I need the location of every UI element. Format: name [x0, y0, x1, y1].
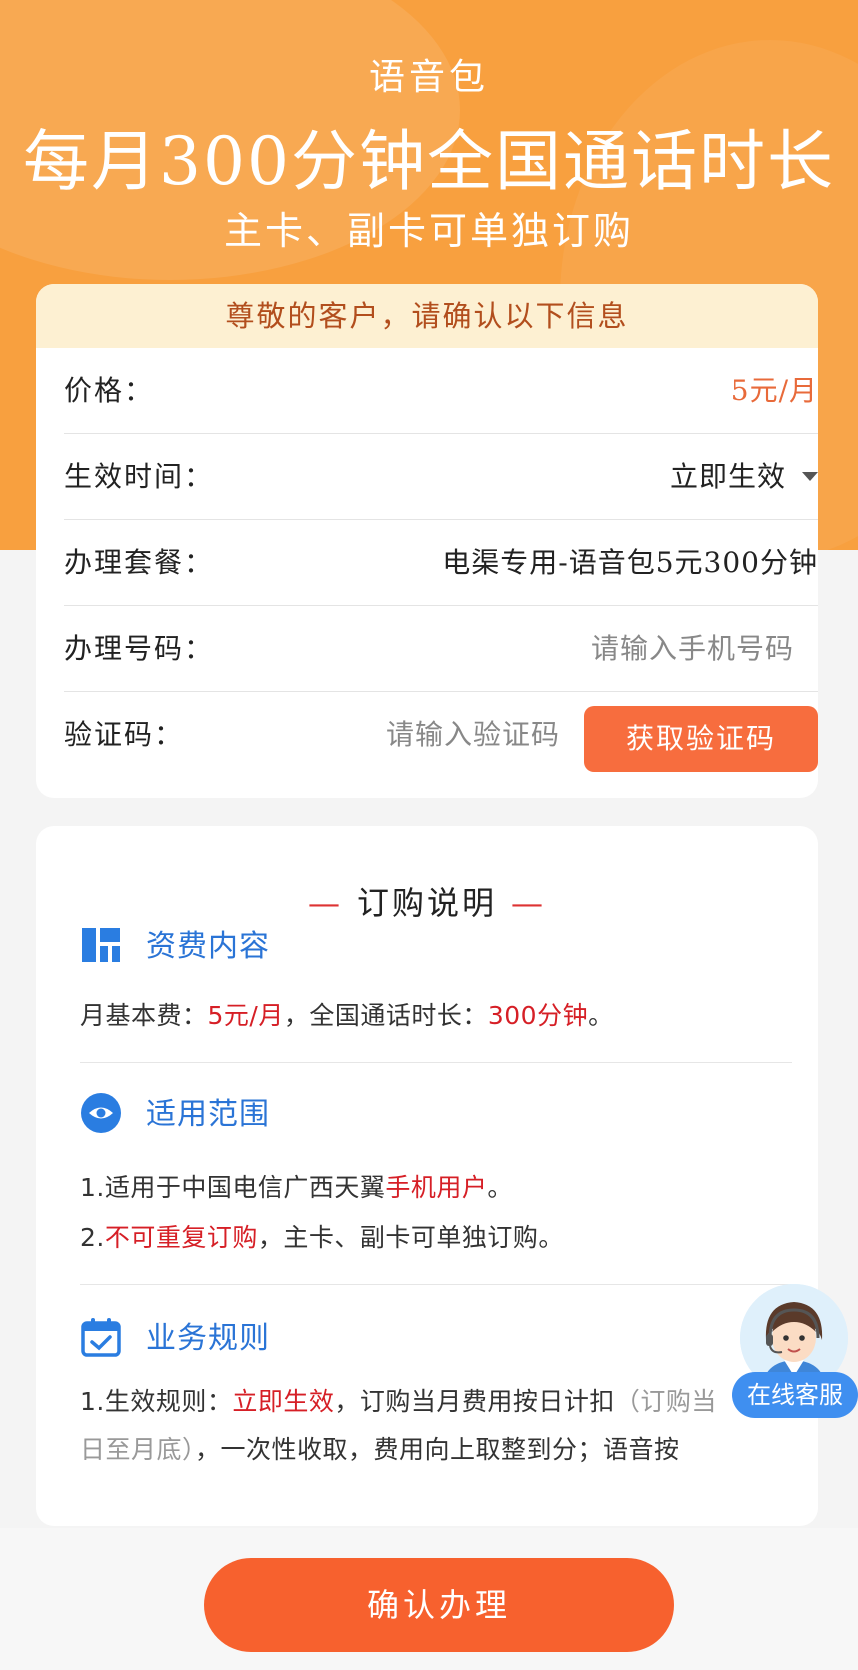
- rules-highlight: 立即生效: [232, 1387, 335, 1416]
- phone-label: 办理号码：: [64, 632, 215, 665]
- scope-text-part: 2.: [80, 1223, 105, 1252]
- package-value: 电渠专用-语音包5元300分钟: [442, 546, 818, 579]
- fees-minutes-highlight: 300分钟: [487, 1001, 589, 1030]
- scope-line-2: 2.不可重复订购，主卡、副卡可单独订购。: [80, 1218, 564, 1254]
- hero-subtitle: 语音包: [368, 57, 489, 98]
- title-dash-right: —: [511, 884, 546, 922]
- package-row: 办理套餐： 电渠专用-语音包5元300分钟: [64, 520, 818, 606]
- bottom-action-bar: 确认办理: [0, 1528, 858, 1670]
- effective-time-select[interactable]: 立即生效: [670, 434, 786, 520]
- scope-text-part: 1.适用于中国电信广西天翼: [80, 1173, 386, 1202]
- effective-time-row[interactable]: 生效时间： 立即生效: [64, 434, 818, 520]
- price-value: 5元/月: [730, 374, 818, 407]
- scope-line-1: 1.适用于中国电信广西天翼手机用户。: [80, 1168, 513, 1204]
- fees-text: 月基本费：5元/月，全国通话时长：300分钟。: [80, 996, 614, 1032]
- effective-time-label: 生效时间：: [64, 460, 215, 493]
- calendar-check-icon: [81, 1318, 121, 1357]
- scope-highlight: 不可重复订购: [104, 1223, 258, 1252]
- fees-text-part: 。: [588, 1001, 614, 1030]
- price-label: 价格：: [64, 374, 155, 407]
- rules-text-part: 1.生效规则：: [80, 1387, 233, 1416]
- online-service-label[interactable]: 在线客服: [732, 1372, 858, 1418]
- get-code-button[interactable]: 获取验证码: [584, 706, 818, 772]
- info-card-header: 尊敬的客户，请确认以下信息: [36, 284, 818, 348]
- scope-text-part: ，主卡、副卡可单独订购。: [257, 1223, 564, 1252]
- fees-price-highlight: 5元/月: [207, 1001, 284, 1030]
- divider: [80, 1284, 792, 1285]
- eye-icon: [81, 1093, 121, 1133]
- fees-section-title: 资费内容: [146, 929, 270, 964]
- order-description-card: — 订购说明 — 资费内容 月基本费：5元/月，全国通话时长：300分钟。 适用范围…: [36, 826, 818, 1526]
- phone-row: 办理号码： 请输入手机号码: [64, 606, 818, 692]
- description-title: — 订购说明 —: [36, 878, 818, 924]
- confirm-button[interactable]: 确认办理: [204, 1558, 674, 1652]
- verify-code-input[interactable]: 请输入验证码: [386, 692, 560, 778]
- description-title-text: 订购说明: [356, 884, 497, 922]
- grid-icon: [82, 928, 120, 962]
- scope-highlight: 手机用户: [385, 1173, 488, 1202]
- hero-title: 每月300分钟全国通话时长: [23, 123, 835, 200]
- rules-muted-text: 日至月底）: [80, 1435, 196, 1464]
- scope-section-title: 适用范围: [146, 1097, 270, 1132]
- fees-text-part: ，全国通话时长：: [283, 1001, 488, 1030]
- rules-line-1: 1.生效规则：立即生效，订购当月费用按日计扣（订购当: [80, 1382, 717, 1418]
- title-dash-left: —: [307, 884, 343, 922]
- phone-input[interactable]: 请输入手机号码: [591, 606, 794, 692]
- package-label: 办理套餐：: [64, 546, 215, 579]
- hero-description: 主卡、副卡可单独订购: [223, 209, 634, 253]
- fees-text-part: 月基本费：: [80, 1001, 208, 1030]
- price-row: 价格： 5元/月: [64, 348, 818, 434]
- chevron-down-icon[interactable]: [802, 472, 818, 481]
- verify-label: 验证码：: [64, 718, 185, 751]
- online-service-widget[interactable]: 在线客服: [732, 1284, 858, 1424]
- rules-muted-text: （订购当: [614, 1387, 717, 1416]
- scope-text-part: 。: [487, 1173, 513, 1202]
- divider: [80, 1062, 792, 1063]
- rules-line-2: 日至月底），一次性收取，费用向上取整到分；语音按: [80, 1430, 680, 1466]
- rules-text-part: ，一次性收取，费用向上取整到分；语音按: [195, 1435, 680, 1464]
- confirm-info-card: 尊敬的客户，请确认以下信息 价格： 5元/月 生效时间： 立即生效 办理套餐： …: [36, 284, 818, 798]
- rules-section-title: 业务规则: [146, 1321, 270, 1356]
- rules-text-part: ，订购当月费用按日计扣: [334, 1387, 615, 1416]
- verify-row: 验证码： 请输入验证码 获取验证码: [64, 692, 818, 778]
